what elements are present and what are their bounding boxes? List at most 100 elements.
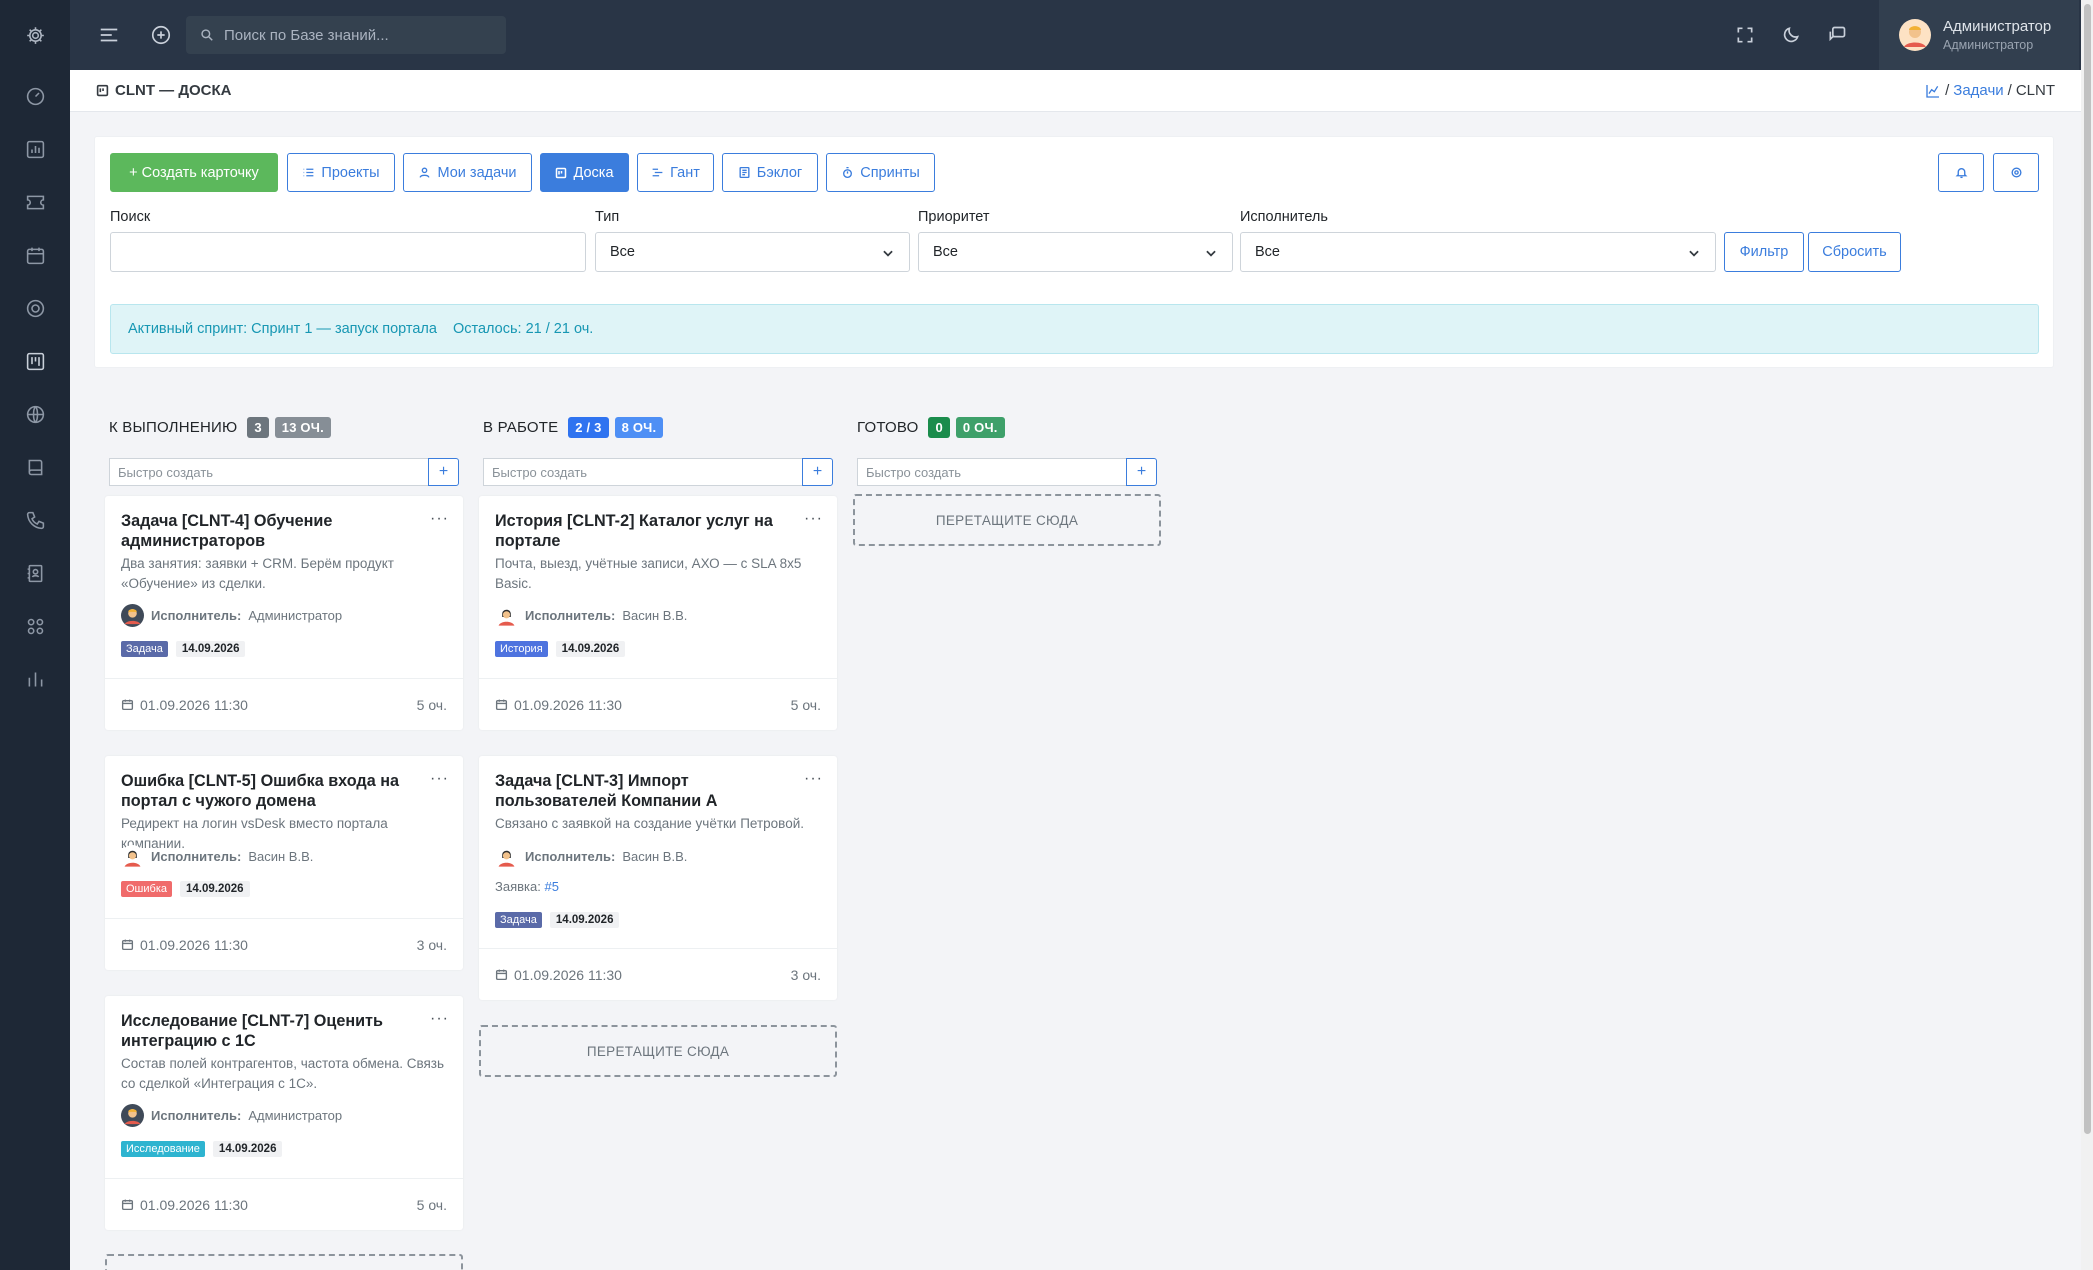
- remaining-value: 21 / 21 оч.: [525, 321, 594, 337]
- priority-select[interactable]: Все: [918, 232, 1233, 272]
- quick-create-add-button[interactable]: +: [428, 458, 459, 486]
- sidebar-item-tickets[interactable]: [0, 176, 70, 229]
- quick-create-add-button[interactable]: +: [1126, 458, 1157, 486]
- chevron-down-icon: [1689, 250, 1699, 257]
- card-date: 01.09.2026 11:30: [514, 696, 622, 713]
- page-title-text: CLNT — ДОСКА: [115, 82, 232, 99]
- settings-gear-logo[interactable]: [0, 0, 70, 70]
- chevron-down-icon: [1206, 250, 1216, 257]
- card-menu-button[interactable]: ···: [430, 510, 449, 528]
- card-title[interactable]: Ошибка [CLNT-5] Ошибка входа на портал с…: [121, 771, 431, 811]
- type-label: Тип: [595, 209, 620, 225]
- card-menu-button[interactable]: ···: [804, 770, 823, 788]
- stopwatch-icon: [843, 166, 853, 179]
- card-menu-button[interactable]: ···: [430, 1010, 449, 1028]
- drop-zone-in-progress[interactable]: ПЕРЕТАЩИТЕ СЮДА: [479, 1025, 837, 1077]
- card-footer: 01.09.2026 11:30 5 оч.: [105, 678, 463, 730]
- quick-create-add-button[interactable]: +: [802, 458, 833, 486]
- sidebar-item-calendar[interactable]: [0, 229, 70, 282]
- moon-icon: [1783, 27, 1799, 43]
- fullscreen-button[interactable]: [1732, 22, 1758, 48]
- task-card[interactable]: История [CLNT-2] Каталог услуг на портал…: [479, 496, 837, 730]
- topbar: Администратор Администратор: [70, 0, 2081, 70]
- scrollbar-thumb[interactable]: [2084, 4, 2091, 1134]
- user-name: Администратор: [1943, 18, 2052, 35]
- quick-create-input[interactable]: [857, 458, 1126, 486]
- board-button[interactable]: Доска: [540, 153, 629, 192]
- filter-button[interactable]: Фильтр: [1724, 232, 1804, 272]
- breadcrumb-sep: /: [1945, 82, 1950, 99]
- bell-icon: [1955, 168, 1967, 179]
- page-title: CLNT — ДОСКА: [96, 82, 232, 99]
- sidebar-item-stats[interactable]: [0, 653, 70, 706]
- ticket-link[interactable]: #5: [544, 879, 558, 894]
- search-input[interactable]: [110, 232, 586, 272]
- gear-icon: [2010, 167, 2022, 178]
- drop-zone-todo[interactable]: [105, 1254, 463, 1270]
- task-card[interactable]: Задача [CLNT-4] Обучение администраторов…: [105, 496, 463, 730]
- plus-circle-icon: [151, 25, 171, 45]
- due-date-tag: 14.09.2026: [555, 641, 626, 657]
- type-tag: Ошибка: [121, 881, 172, 897]
- user-icon: [419, 167, 430, 178]
- quick-add-button[interactable]: [148, 22, 174, 48]
- assignee-select[interactable]: Все: [1240, 232, 1716, 272]
- type-tag: Задача: [121, 641, 168, 657]
- assignee-label: Исполнитель: [1240, 209, 1328, 225]
- card-title[interactable]: История [CLNT-2] Каталог услуг на портал…: [495, 511, 805, 551]
- drop-zone-done[interactable]: ПЕРЕТАЩИТЕ СЮДА: [853, 494, 1161, 546]
- reset-button[interactable]: Сбросить: [1808, 232, 1901, 272]
- sidebar-item-network[interactable]: [0, 388, 70, 441]
- card-assignee: Исполнитель: Администратор: [121, 604, 342, 627]
- gantt-icon: [652, 168, 663, 177]
- lifebuoy-icon: [26, 299, 44, 318]
- sidebar-item-board[interactable]: [0, 335, 70, 388]
- sidebar-item-knowledge[interactable]: [0, 441, 70, 494]
- notifications-button[interactable]: [1938, 153, 1984, 192]
- sidebar-item-support[interactable]: [0, 282, 70, 335]
- gantt-button[interactable]: Гант: [637, 153, 714, 192]
- quick-create-input[interactable]: [109, 458, 428, 486]
- card-menu-button[interactable]: ···: [430, 770, 449, 788]
- card-points: 5 оч.: [790, 696, 821, 713]
- theme-toggle-button[interactable]: [1778, 22, 1804, 48]
- card-date: 01.09.2026 11:30: [140, 696, 248, 713]
- column-title: ГОТОВО: [857, 419, 919, 436]
- kb-search-input[interactable]: [224, 26, 494, 44]
- list-icon: [304, 168, 314, 177]
- chart-line-icon[interactable]: [1925, 83, 1941, 99]
- kb-search[interactable]: [186, 16, 506, 54]
- user-menu[interactable]: Администратор Администратор: [1879, 0, 2079, 70]
- quick-create-input[interactable]: [483, 458, 802, 486]
- card-title[interactable]: Исследование [CLNT-7] Оценить интеграцию…: [121, 1011, 431, 1051]
- sidebar-item-calls[interactable]: [0, 494, 70, 547]
- create-card-button[interactable]: + Создать карточку: [110, 153, 278, 192]
- task-card[interactable]: Задача [CLNT-3] Импорт пользователей Ком…: [479, 756, 837, 1000]
- page-scrollbar[interactable]: [2081, 0, 2093, 1270]
- card-footer: 01.09.2026 11:30 3 оч.: [105, 918, 463, 970]
- sidebar-item-contacts[interactable]: [0, 547, 70, 600]
- chat-button[interactable]: [1824, 22, 1850, 48]
- task-card[interactable]: Исследование [CLNT-7] Оценить интеграцию…: [105, 996, 463, 1230]
- card-title[interactable]: Задача [CLNT-4] Обучение администраторов: [121, 511, 431, 551]
- menu-toggle-button[interactable]: [96, 22, 122, 48]
- column-header-done: ГОТОВО 0 0 ОЧ.: [857, 417, 1005, 438]
- breadcrumb-current: CLNT: [2015, 82, 2055, 99]
- sidebar-item-reports[interactable]: [0, 123, 70, 176]
- calendar-icon: [495, 699, 508, 711]
- backlog-button[interactable]: Бэклог: [722, 153, 818, 192]
- sprints-button[interactable]: Спринты: [826, 153, 935, 192]
- board-settings-button[interactable]: [1993, 153, 2039, 192]
- task-card[interactable]: Ошибка [CLNT-5] Ошибка входа на портал с…: [105, 756, 463, 970]
- breadcrumb-tasks-link[interactable]: Задачи: [1953, 82, 2003, 99]
- projects-button[interactable]: Проекты: [287, 153, 395, 192]
- card-description: Почта, выезд, учётные записи, АХО — с SL…: [495, 556, 802, 591]
- sidebar-item-apps[interactable]: [0, 600, 70, 653]
- sidebar-item-dashboard[interactable]: [0, 70, 70, 123]
- card-title[interactable]: Задача [CLNT-3] Импорт пользователей Ком…: [495, 771, 805, 811]
- type-select[interactable]: Все: [595, 232, 910, 272]
- column-count-badge: 3: [247, 417, 269, 438]
- card-tags: Задача 14.09.2026: [495, 912, 620, 928]
- my-tasks-button[interactable]: Мои задачи: [403, 153, 532, 192]
- card-menu-button[interactable]: ···: [804, 510, 823, 528]
